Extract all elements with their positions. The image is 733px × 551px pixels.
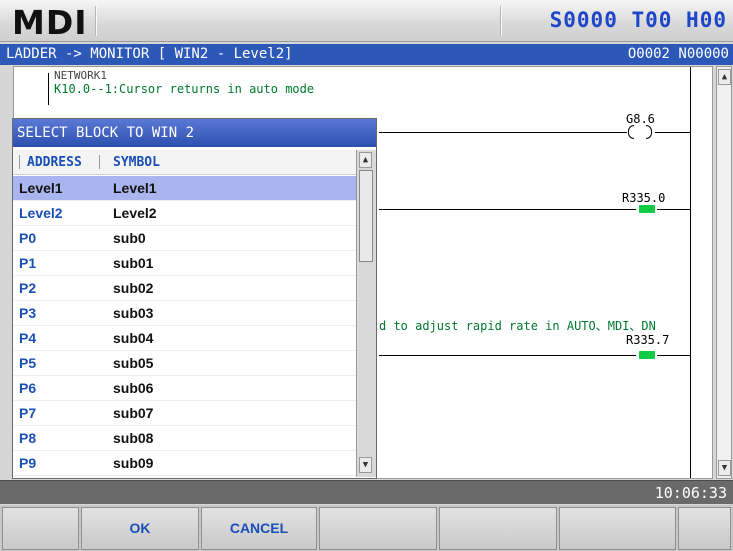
select-block-dialog: SELECT BLOCK TO WIN 2 ADDRESS SYMBOL Lev… bbox=[12, 118, 377, 479]
rung-wire bbox=[379, 209, 636, 210]
scroll-thumb[interactable] bbox=[359, 170, 373, 262]
block-symbol: sub08 bbox=[113, 430, 154, 446]
block-address: P2 bbox=[19, 280, 37, 296]
rung-wire bbox=[379, 355, 636, 356]
coil-r335-7-on bbox=[639, 351, 655, 359]
scroll-down-icon[interactable]: ▼ bbox=[359, 457, 372, 473]
dialog-title: SELECT BLOCK TO WIN 2 bbox=[13, 119, 376, 148]
block-address: P5 bbox=[19, 355, 37, 371]
softkey-7[interactable] bbox=[678, 507, 731, 550]
block-address: P3 bbox=[19, 305, 37, 321]
clock: 10:06:33 bbox=[654, 484, 727, 502]
softkey-5[interactable] bbox=[439, 507, 557, 550]
header-divider bbox=[500, 6, 502, 36]
list-item[interactable]: P3 sub03 bbox=[13, 301, 356, 326]
dialog-scrollbar[interactable]: ▲ ▼ bbox=[356, 150, 376, 477]
column-header-symbol: SYMBOL bbox=[113, 155, 160, 170]
list-item[interactable]: P8 sub08 bbox=[13, 426, 356, 451]
status-bar: 10:06:33 bbox=[0, 480, 733, 504]
block-address: Level1 bbox=[19, 180, 63, 196]
block-symbol: sub01 bbox=[113, 255, 154, 271]
list-item[interactable]: P4 sub04 bbox=[13, 326, 356, 351]
ladder-scrollbar[interactable]: ▲ ▼ bbox=[716, 66, 732, 479]
ok-button[interactable]: OK bbox=[81, 507, 199, 550]
list-item[interactable]: Level1 Level1 bbox=[13, 176, 356, 201]
rung-wire bbox=[655, 132, 690, 133]
network-comment: d to adjust rapid rate in AUTO、MDI、DN bbox=[379, 319, 656, 333]
softkey-6[interactable] bbox=[559, 507, 676, 550]
softkey-4[interactable] bbox=[319, 507, 437, 550]
coil-address: G8.6 bbox=[626, 112, 655, 126]
mode-indicator: MDI bbox=[12, 3, 88, 42]
block-symbol: sub04 bbox=[113, 330, 154, 346]
block-symbol: sub05 bbox=[113, 355, 154, 371]
screen-title-bar: LADDER -> MONITOR [ WIN2 - Level2] O0002… bbox=[0, 44, 733, 65]
coil-address: R335.0 bbox=[622, 191, 666, 205]
column-header-address: ADDRESS bbox=[27, 155, 82, 170]
cancel-button[interactable]: CANCEL bbox=[201, 507, 317, 550]
column-separator bbox=[19, 155, 20, 169]
block-address: P1 bbox=[19, 255, 37, 271]
block-symbol: Level1 bbox=[113, 180, 157, 196]
scroll-up-icon[interactable]: ▲ bbox=[359, 152, 372, 168]
block-symbol: Level2 bbox=[113, 205, 157, 221]
block-address: P7 bbox=[19, 405, 37, 421]
top-header: MDI S0000 T00 H00 bbox=[0, 0, 733, 42]
block-address: P9 bbox=[19, 455, 37, 471]
list-item[interactable]: P7 sub07 bbox=[13, 401, 356, 426]
scroll-up-icon[interactable]: ▲ bbox=[718, 69, 731, 85]
coil-g8-6 bbox=[628, 125, 634, 139]
network-label: NETWORK1 bbox=[54, 69, 107, 82]
softkey-bar: OK CANCEL bbox=[0, 505, 733, 551]
block-symbol: sub0 bbox=[113, 230, 146, 246]
block-symbol: sub03 bbox=[113, 305, 154, 321]
rung-wire bbox=[657, 209, 690, 210]
list-item[interactable]: Level2 Level2 bbox=[13, 201, 356, 226]
program-number: O0002 N00000 bbox=[627, 46, 729, 62]
right-power-rail bbox=[690, 67, 691, 478]
column-separator bbox=[99, 155, 100, 169]
screen-path: LADDER -> MONITOR [ WIN2 - Level2] bbox=[6, 46, 293, 62]
block-symbol: sub07 bbox=[113, 405, 154, 421]
list-item[interactable]: P6 sub06 bbox=[13, 376, 356, 401]
list-item[interactable]: P5 sub05 bbox=[13, 351, 356, 376]
left-power-rail bbox=[48, 73, 49, 105]
block-symbol: sub02 bbox=[113, 280, 154, 296]
block-address: P0 bbox=[19, 230, 37, 246]
block-symbol: sub06 bbox=[113, 380, 154, 396]
rung-wire bbox=[657, 355, 690, 356]
header-divider bbox=[95, 6, 97, 36]
block-list: Level1 Level1 Level2 Level2 P0 sub0 P1 sub01… bbox=[13, 176, 356, 478]
network-comment: K10.0--1:Cursor returns in auto mode bbox=[54, 82, 315, 96]
block-address: Level2 bbox=[19, 205, 63, 221]
block-address: P8 bbox=[19, 430, 37, 446]
block-address: P4 bbox=[19, 330, 37, 346]
dialog-table-header: ADDRESS SYMBOL bbox=[13, 150, 356, 175]
coil-r335-0-on bbox=[639, 205, 655, 213]
list-item[interactable]: P0 sub0 bbox=[13, 226, 356, 251]
rung-wire bbox=[379, 132, 627, 133]
list-item[interactable]: P9 sub09 bbox=[13, 451, 356, 476]
list-item[interactable]: P2 sub02 bbox=[13, 276, 356, 301]
softkey-1[interactable] bbox=[2, 507, 79, 550]
list-item[interactable]: P1 sub01 bbox=[13, 251, 356, 276]
scroll-down-icon[interactable]: ▼ bbox=[718, 460, 731, 476]
coil-address: R335.7 bbox=[626, 333, 670, 347]
coil-g8-6 bbox=[646, 125, 652, 139]
spindle-tool-status: S0000 T00 H00 bbox=[549, 8, 727, 32]
block-address: P6 bbox=[19, 380, 37, 396]
block-symbol: sub09 bbox=[113, 455, 154, 471]
